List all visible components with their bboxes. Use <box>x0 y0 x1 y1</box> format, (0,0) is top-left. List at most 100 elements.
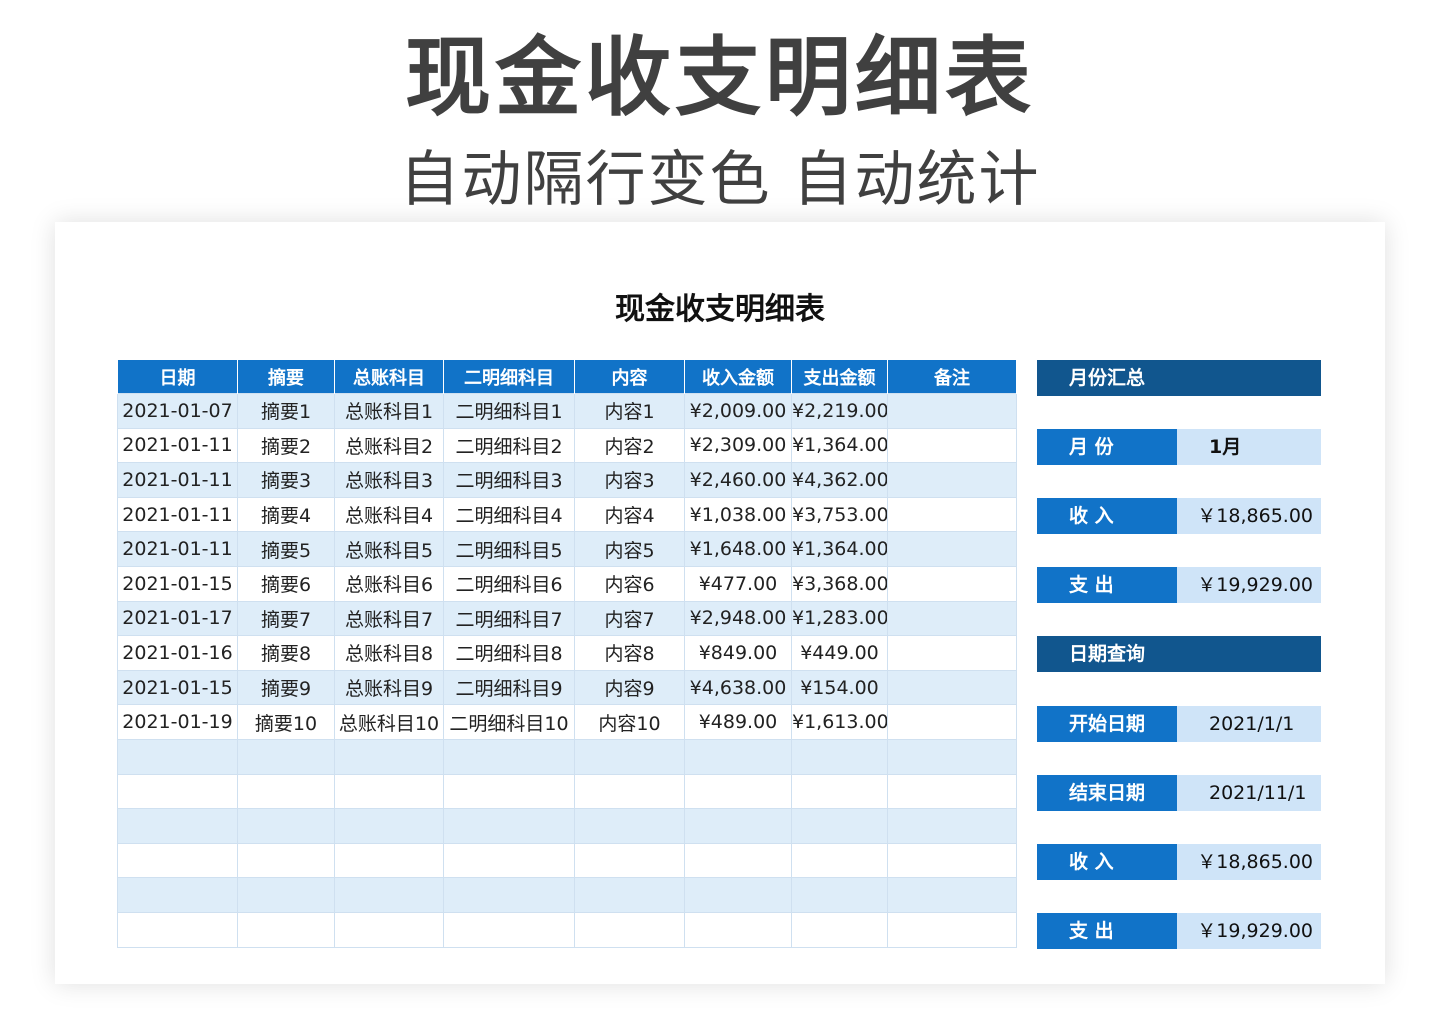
cell-sub-account[interactable]: 二明细科目7 <box>443 600 575 637</box>
cell-remarks[interactable] <box>887 911 1017 948</box>
cell-summary[interactable] <box>237 911 335 948</box>
cell-date[interactable] <box>117 842 238 879</box>
cell-summary[interactable]: 摘要9 <box>237 669 335 706</box>
cell-expense[interactable] <box>791 842 888 879</box>
cell-date[interactable]: 2021-01-07 <box>117 393 238 429</box>
cell-income[interactable]: ¥489.00 <box>684 704 792 740</box>
cell-ledger-account[interactable] <box>334 773 444 810</box>
column-header-summary[interactable]: 摘要 <box>237 360 335 394</box>
cell-sub-account[interactable] <box>443 808 575 844</box>
cell-sub-account[interactable]: 二明细科目1 <box>443 393 575 429</box>
cell-expense[interactable]: ¥154.00 <box>791 669 888 706</box>
cell-remarks[interactable] <box>887 462 1017 498</box>
cell-remarks[interactable] <box>887 808 1017 844</box>
cell-content[interactable]: 内容2 <box>574 427 685 464</box>
cell-income[interactable] <box>684 877 792 913</box>
cell-income[interactable]: ¥2,460.00 <box>684 462 792 498</box>
cell-remarks[interactable] <box>887 635 1017 671</box>
cell-expense[interactable]: ¥2,219.00 <box>791 393 888 429</box>
cell-ledger-account[interactable] <box>334 911 444 948</box>
cell-date[interactable]: 2021-01-11 <box>117 531 238 567</box>
cell-expense[interactable]: ¥449.00 <box>791 635 888 671</box>
cell-sub-account[interactable]: 二明细科目5 <box>443 531 575 567</box>
cell-sub-account[interactable]: 二明细科目3 <box>443 462 575 498</box>
cell-expense[interactable] <box>791 911 888 948</box>
cell-remarks[interactable] <box>887 531 1017 567</box>
cell-sub-account[interactable] <box>443 877 575 913</box>
cell-remarks[interactable] <box>887 496 1017 533</box>
cell-expense[interactable] <box>791 738 888 775</box>
column-header-content[interactable]: 内容 <box>574 360 685 394</box>
cell-ledger-account[interactable]: 总账科目6 <box>334 565 444 602</box>
cell-content[interactable]: 内容8 <box>574 635 685 671</box>
cell-ledger-account[interactable]: 总账科目2 <box>334 427 444 464</box>
cell-date[interactable] <box>117 877 238 913</box>
month-value-cell[interactable]: 1月 <box>1177 429 1321 465</box>
cell-content[interactable]: 内容3 <box>574 462 685 498</box>
cell-remarks[interactable] <box>887 600 1017 637</box>
cell-date[interactable]: 2021-01-11 <box>117 496 238 533</box>
cell-content[interactable] <box>574 911 685 948</box>
cell-summary[interactable]: 摘要1 <box>237 393 335 429</box>
cell-income[interactable]: ¥4,638.00 <box>684 669 792 706</box>
cell-remarks[interactable] <box>887 427 1017 464</box>
cell-summary[interactable]: 摘要4 <box>237 496 335 533</box>
cell-remarks[interactable] <box>887 669 1017 706</box>
cell-date[interactable] <box>117 738 238 775</box>
cell-expense[interactable]: ¥3,368.00 <box>791 565 888 602</box>
cell-ledger-account[interactable]: 总账科目4 <box>334 496 444 533</box>
cell-income[interactable]: ¥1,038.00 <box>684 496 792 533</box>
cell-date[interactable] <box>117 911 238 948</box>
cell-income[interactable]: ¥849.00 <box>684 635 792 671</box>
cell-content[interactable]: 内容10 <box>574 704 685 740</box>
cell-summary[interactable] <box>237 738 335 775</box>
cell-content[interactable]: 内容4 <box>574 496 685 533</box>
cell-summary[interactable]: 摘要7 <box>237 600 335 637</box>
cell-income[interactable] <box>684 773 792 810</box>
cell-summary[interactable]: 摘要3 <box>237 462 335 498</box>
column-header-expense[interactable]: 支出金额 <box>791 360 888 394</box>
cell-expense[interactable] <box>791 877 888 913</box>
cell-income[interactable]: ¥2,309.00 <box>684 427 792 464</box>
cell-sub-account[interactable] <box>443 911 575 948</box>
cell-sub-account[interactable]: 二明细科目9 <box>443 669 575 706</box>
cell-remarks[interactable] <box>887 704 1017 740</box>
end-date-value-cell[interactable]: 2021/11/1 <box>1177 775 1321 811</box>
cell-date[interactable]: 2021-01-19 <box>117 704 238 740</box>
cell-content[interactable]: 内容1 <box>574 393 685 429</box>
cell-ledger-account[interactable] <box>334 738 444 775</box>
cell-content[interactable] <box>574 808 685 844</box>
cell-remarks[interactable] <box>887 773 1017 810</box>
cell-ledger-account[interactable]: 总账科目9 <box>334 669 444 706</box>
cell-date[interactable]: 2021-01-11 <box>117 427 238 464</box>
cell-ledger-account[interactable]: 总账科目3 <box>334 462 444 498</box>
cell-date[interactable]: 2021-01-15 <box>117 669 238 706</box>
cell-expense[interactable]: ¥1,364.00 <box>791 427 888 464</box>
cell-sub-account[interactable] <box>443 842 575 879</box>
column-header-ledger-account[interactable]: 总账科目 <box>334 360 444 394</box>
cell-content[interactable]: 内容6 <box>574 565 685 602</box>
cell-expense[interactable]: ¥3,753.00 <box>791 496 888 533</box>
cell-ledger-account[interactable] <box>334 877 444 913</box>
cell-remarks[interactable] <box>887 565 1017 602</box>
cell-income[interactable] <box>684 911 792 948</box>
cell-remarks[interactable] <box>887 842 1017 879</box>
cell-date[interactable] <box>117 808 238 844</box>
column-header-sub-account[interactable]: 二明细科目 <box>443 360 575 394</box>
cell-ledger-account[interactable]: 总账科目10 <box>334 704 444 740</box>
cell-content[interactable] <box>574 877 685 913</box>
cell-content[interactable]: 内容5 <box>574 531 685 567</box>
cell-date[interactable]: 2021-01-11 <box>117 462 238 498</box>
cell-expense[interactable] <box>791 808 888 844</box>
cell-ledger-account[interactable]: 总账科目7 <box>334 600 444 637</box>
cell-content[interactable]: 内容9 <box>574 669 685 706</box>
cell-expense[interactable] <box>791 773 888 810</box>
cell-date[interactable]: 2021-01-15 <box>117 565 238 602</box>
cell-expense[interactable]: ¥4,362.00 <box>791 462 888 498</box>
cell-remarks[interactable] <box>887 738 1017 775</box>
cell-income[interactable] <box>684 738 792 775</box>
cell-sub-account[interactable]: 二明细科目6 <box>443 565 575 602</box>
cell-content[interactable] <box>574 773 685 810</box>
cell-ledger-account[interactable] <box>334 808 444 844</box>
cell-content[interactable] <box>574 738 685 775</box>
